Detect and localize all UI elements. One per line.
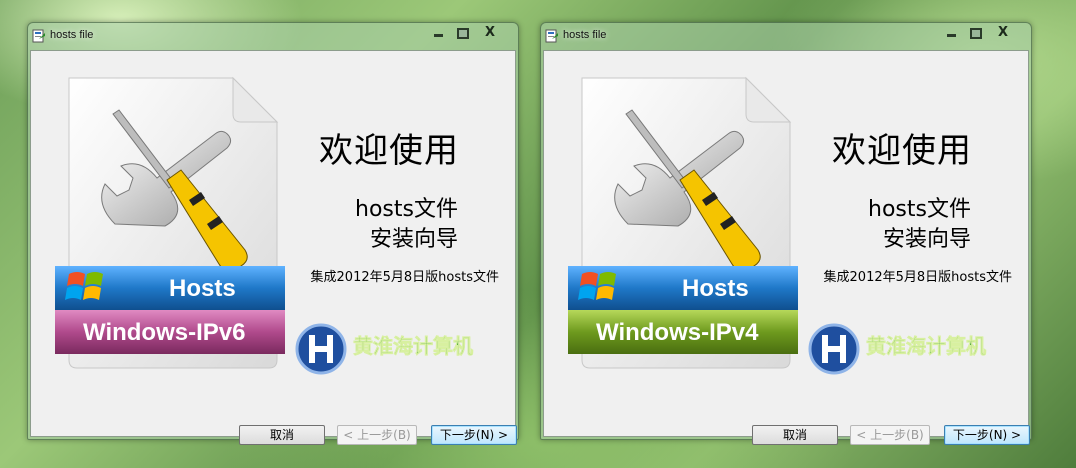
close-button[interactable]: X xyxy=(480,25,500,41)
wizard-panel: Hosts Windows-IPv6 欢迎使用 hosts文件 安装向导 集成2… xyxy=(30,50,517,445)
subtitle-line-2: 安装向导 xyxy=(882,227,971,252)
installer-window-ipv4: hosts file X Hosts Windows-IPv4 欢迎使用 hos… xyxy=(540,22,1032,445)
close-button[interactable]: X xyxy=(993,25,1013,41)
title-bar[interactable]: hosts file X xyxy=(541,23,1031,49)
h-logo-icon xyxy=(808,323,860,375)
platform-banner: Windows-IPv6 xyxy=(55,310,285,354)
subtitle-line-1: hosts文件 xyxy=(355,197,458,222)
banner-hosts-label: Hosts xyxy=(682,275,749,302)
welcome-heading: 欢迎使用 xyxy=(319,131,459,171)
banner-hosts-label: Hosts xyxy=(169,275,236,302)
subtitle-line-1: hosts文件 xyxy=(868,197,971,222)
minimize-button[interactable] xyxy=(428,25,448,41)
logo-text: 黄淮海计算机 xyxy=(866,334,986,358)
banner-platform-label: Windows-IPv4 xyxy=(596,319,759,346)
welcome-heading: 欢迎使用 xyxy=(832,131,972,171)
minimize-button[interactable] xyxy=(941,25,961,41)
back-button[interactable]: < 上一步(B) xyxy=(850,425,930,445)
banner-platform-label: Windows-IPv6 xyxy=(83,319,245,346)
next-button[interactable]: 下一步(N) > xyxy=(431,425,517,445)
title-bar[interactable]: hosts file X xyxy=(28,23,518,49)
wizard-panel: Hosts Windows-IPv4 欢迎使用 hosts文件 安装向导 集成2… xyxy=(543,50,1030,445)
hosts-artwork: Hosts Windows-IPv4 xyxy=(568,76,798,369)
h-logo-icon xyxy=(295,323,347,375)
platform-banner: Windows-IPv4 xyxy=(568,310,798,354)
cancel-button[interactable]: 取消 xyxy=(752,425,838,445)
installer-window-ipv6: hosts file X Hosts Windows-IPv6 欢迎使用 hos… xyxy=(27,22,519,445)
hosts-banner: Hosts xyxy=(55,266,285,310)
maximize-button[interactable] xyxy=(965,25,985,41)
installer-icon xyxy=(545,29,558,43)
version-note: 集成2012年5月8日版hosts文件 xyxy=(310,270,499,285)
next-button[interactable]: 下一步(N) > xyxy=(944,425,1030,445)
back-button[interactable]: < 上一步(B) xyxy=(337,425,417,445)
version-note: 集成2012年5月8日版hosts文件 xyxy=(823,270,1012,285)
cancel-button[interactable]: 取消 xyxy=(239,425,325,445)
vendor-logo: 黄淮海计算机 xyxy=(295,323,473,375)
window-title: hosts file xyxy=(50,29,94,41)
hosts-artwork: Hosts Windows-IPv6 xyxy=(55,76,285,369)
hosts-banner: Hosts xyxy=(568,266,798,310)
vendor-logo: 黄淮海计算机 xyxy=(808,323,986,375)
installer-icon xyxy=(32,29,45,43)
maximize-button[interactable] xyxy=(452,25,472,41)
window-title: hosts file xyxy=(563,29,607,41)
logo-text: 黄淮海计算机 xyxy=(353,334,473,358)
subtitle-line-2: 安装向导 xyxy=(369,227,458,252)
